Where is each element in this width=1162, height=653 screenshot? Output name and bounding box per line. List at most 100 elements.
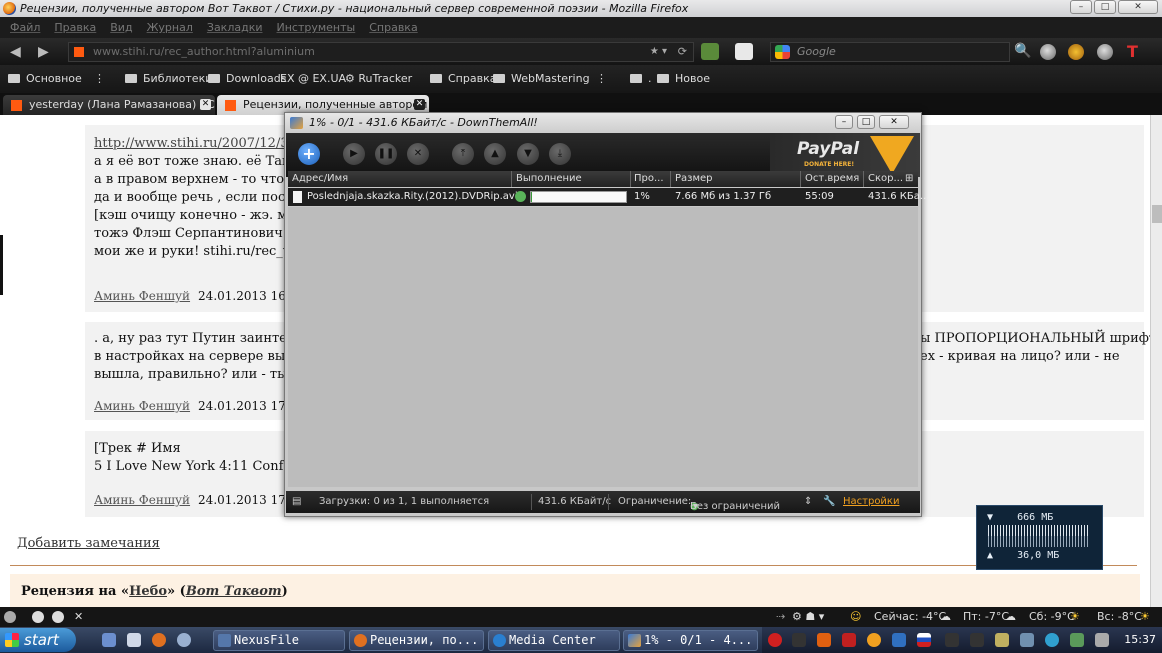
limit-spinner[interactable]: ⇕ xyxy=(804,496,812,507)
clock[interactable]: 15:37 xyxy=(1124,633,1156,646)
menu-tools[interactable]: Инструменты xyxy=(277,17,356,38)
quicklaunch-media-icon[interactable] xyxy=(177,633,191,647)
volume-icon[interactable] xyxy=(1095,633,1109,647)
bookmark-rutracker[interactable]: ⚙ RuTracker xyxy=(345,72,412,85)
tray-opera-icon[interactable] xyxy=(768,633,782,647)
column-size[interactable]: Размер xyxy=(675,173,713,184)
search-bar[interactable]: Google xyxy=(770,42,1010,62)
tray-c-icon[interactable] xyxy=(842,633,856,647)
search-icon[interactable]: 🔍 xyxy=(1014,43,1031,59)
bookmark-downloads[interactable]: Downloads xyxy=(208,72,286,85)
bookmark-spravka[interactable]: Справка xyxy=(430,72,496,85)
column-progress[interactable]: Выполнение xyxy=(516,173,582,184)
add-download-button[interactable]: + xyxy=(298,143,320,165)
dta-close-button[interactable]: ✕ xyxy=(879,115,909,129)
tray-app3-icon[interactable] xyxy=(892,633,906,647)
menu-view[interactable]: Вид xyxy=(110,17,132,38)
task-nexusfile[interactable]: NexusFile xyxy=(213,630,345,651)
review-author-link[interactable]: Вот Таквот xyxy=(186,584,282,599)
addon-globe-icon[interactable] xyxy=(32,611,44,623)
menu-file[interactable]: Файл xyxy=(10,17,40,38)
addon-arrows-icon[interactable]: ⇢ xyxy=(776,610,785,623)
tray-app5-icon[interactable] xyxy=(1070,633,1084,647)
tray-meter-icon[interactable] xyxy=(792,633,806,647)
reload-icon[interactable]: ⟳ xyxy=(678,43,687,61)
task-media-center[interactable]: Media Center xyxy=(488,630,620,651)
tray-network-icon[interactable] xyxy=(1020,633,1034,647)
task-downthemall[interactable]: 1% - 0/1 - 4... xyxy=(623,630,758,651)
column-name[interactable]: Адрес/Имя xyxy=(292,173,348,184)
scrollbar-thumb[interactable] xyxy=(1152,205,1162,223)
column-remaining[interactable]: Ост.время xyxy=(805,173,859,184)
column-speed[interactable]: Скор... xyxy=(868,173,903,184)
tray-30-icon[interactable] xyxy=(945,633,959,647)
move-down-button[interactable]: ▼ xyxy=(517,143,539,165)
bookmark-star-icon[interactable]: ★ ▾ xyxy=(650,43,667,61)
pause-button[interactable]: ❚❚ xyxy=(375,143,397,165)
tray-app4-icon[interactable] xyxy=(995,633,1009,647)
forward-button[interactable]: ▶ xyxy=(38,44,49,60)
bookmark-novoe[interactable]: Новое xyxy=(657,72,710,85)
tab-close-icon[interactable]: ✕ xyxy=(414,99,425,110)
addon-icons[interactable]: ⚙ ☗ ▾ xyxy=(792,610,824,623)
comment-author[interactable]: Аминь Феншуй xyxy=(94,399,190,413)
weather-now[interactable]: Сейчас: -4°C xyxy=(874,610,946,623)
weather-sun[interactable]: Вс: -8°C xyxy=(1097,610,1142,623)
quicklaunch-desktop-icon[interactable] xyxy=(102,633,116,647)
resume-button[interactable]: ▶ xyxy=(343,143,365,165)
dta-maximize-button[interactable]: □ xyxy=(857,115,875,129)
task-firefox[interactable]: Рецензии, по... xyxy=(349,630,484,651)
column-picker-icon[interactable]: ⊞ xyxy=(905,173,913,184)
bookmark-dot[interactable]: . xyxy=(630,72,652,85)
comment-author[interactable]: Аминь Феншуй xyxy=(94,493,190,507)
cancel-button[interactable]: ✕ xyxy=(407,143,429,165)
weather-fri[interactable]: Пт: -7°C xyxy=(963,610,1009,623)
comment-author[interactable]: Аминь Феншуй xyxy=(94,289,190,303)
add-remarks-link[interactable]: Добавить замечания xyxy=(17,536,160,551)
back-button[interactable]: ◀ xyxy=(10,44,21,60)
bookmark-webmastering[interactable]: WebMastering xyxy=(493,72,590,85)
addon-icon[interactable] xyxy=(701,43,719,60)
menu-bookmarks[interactable]: Закладки xyxy=(207,17,263,38)
move-top-button[interactable]: ⤒ xyxy=(452,143,474,165)
bookmark-ex-ua[interactable]: EX @ EX.UA xyxy=(280,72,346,85)
addon-status-icon[interactable] xyxy=(4,611,16,623)
minimize-button[interactable]: – xyxy=(1070,0,1092,14)
quicklaunch-doc-icon[interactable] xyxy=(127,633,141,647)
close-addon-bar-icon[interactable]: ✕ xyxy=(74,610,83,623)
menu-history[interactable]: Журнал xyxy=(147,17,193,38)
persona-icon[interactable] xyxy=(735,43,753,60)
download-row[interactable]: Poslednjaja.skazka.Rity.(2012).DVDRip.av… xyxy=(288,188,929,206)
addon-round-icon[interactable] xyxy=(1040,44,1056,60)
download-list-empty-area[interactable] xyxy=(288,207,918,487)
addon-t-icon[interactable]: T xyxy=(1127,42,1138,61)
bookmark-biblioteki[interactable]: Библиотеки xyxy=(125,72,212,85)
bookmark-osnovnoe[interactable]: Основное xyxy=(8,72,82,85)
close-button[interactable]: ✕ xyxy=(1118,0,1158,14)
quicklaunch-firefox-icon[interactable] xyxy=(152,633,166,647)
weather-sat[interactable]: Сб: -9°C xyxy=(1029,610,1075,623)
menu-edit[interactable]: Правка xyxy=(54,17,96,38)
dta-window-icon[interactable]: ▤ xyxy=(292,496,301,507)
tab-yesterday[interactable]: yesterday (Лана Рамазанова) / Сти... ✕ xyxy=(3,95,215,115)
language-flag-icon[interactable] xyxy=(917,633,931,647)
column-percent[interactable]: Про... xyxy=(634,173,664,184)
clock-icon[interactable] xyxy=(1097,44,1113,60)
addon-star-icon[interactable] xyxy=(1068,44,1084,60)
menu-help[interactable]: Справка xyxy=(369,17,417,38)
tray-globe-icon[interactable] xyxy=(1045,633,1059,647)
start-button[interactable]: start xyxy=(0,628,76,652)
dta-minimize-button[interactable]: – xyxy=(835,115,853,129)
addon-gear-icon[interactable] xyxy=(52,611,64,623)
page-scrollbar[interactable] xyxy=(1150,115,1162,607)
move-bottom-button[interactable]: ⤓ xyxy=(549,143,571,165)
maximize-button[interactable]: □ xyxy=(1094,0,1116,14)
move-up-button[interactable]: ▲ xyxy=(484,143,506,165)
review-work-link[interactable]: Небо xyxy=(129,584,167,599)
settings-link[interactable]: Настройки xyxy=(843,496,899,507)
tray-36-icon[interactable] xyxy=(970,633,984,647)
tray-app2-icon[interactable] xyxy=(867,633,881,647)
tray-app-icon[interactable] xyxy=(817,633,831,647)
url-bar[interactable]: www.stihi.ru/rec_author.html?aluminium ★… xyxy=(68,42,694,62)
tab-close-icon[interactable]: ✕ xyxy=(200,99,211,110)
